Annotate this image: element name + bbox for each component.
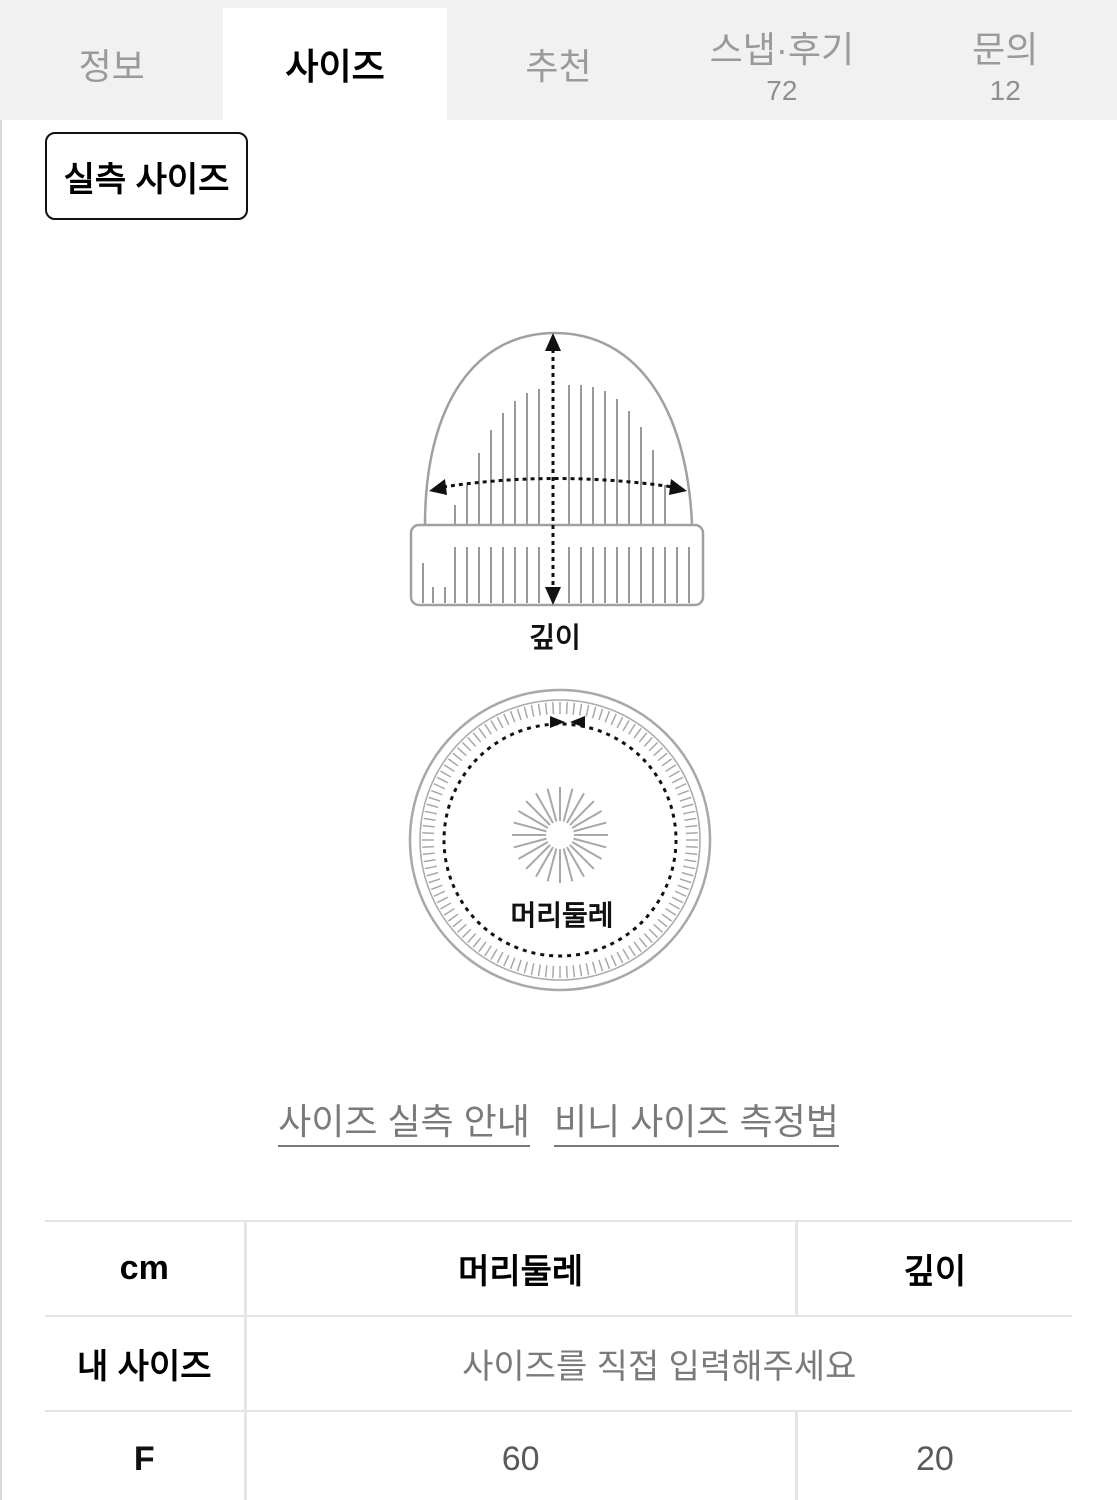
my-size-label: 내 사이즈 [45,1315,247,1411]
unit-header: cm [45,1220,247,1316]
depth-value-cell: 20 [796,1410,1072,1500]
tab-bar: 정보 사이즈 추천 스냅·후기 72 문의 12 [0,0,1117,120]
column-header-circumference: 머리둘레 [245,1220,798,1316]
outer-ring [408,688,712,992]
tab-snap-review-label: 스냅·후기 [709,29,855,70]
circle-arrowhead-left-icon [570,716,585,728]
size-type-chip[interactable]: 실측 사이즈 [45,132,248,220]
my-size-input[interactable]: 사이즈를 직접 입력해주세요 [245,1315,1072,1411]
right-arrowhead-icon [669,479,687,495]
inner-ring [419,699,701,981]
tab-snap-review-count: 72 [766,75,798,106]
beanie-crown-ribs [454,385,666,525]
size-guide-link[interactable]: 사이즈 실측 안내 [278,1100,530,1148]
table-header-row: cm 머리둘레 깊이 [45,1220,1072,1316]
tab-inquiry-label: 문의 [972,29,1039,70]
tab-size[interactable]: 사이즈 [223,8,447,120]
size-help-links: 사이즈 실측 안내 비니 사이즈 측정법 [0,1100,1117,1148]
size-name-cell: F [45,1410,247,1500]
tab-size-label: 사이즈 [285,46,385,87]
rib-ticks [422,702,698,978]
my-size-row: 내 사이즈 사이즈를 직접 입력해주세요 [45,1315,1072,1411]
tab-recommend[interactable]: 추천 [447,8,670,120]
tab-recommend-label: 추천 [525,46,592,87]
circumference-label: 머리둘레 [510,899,613,932]
size-table: cm 머리둘레 깊이 내 사이즈 사이즈를 직접 입력해주세요 F 60 20 [45,1220,1072,1500]
tab-snap-review[interactable]: 스냅·후기 72 [670,8,893,120]
tab-info[interactable]: 정보 [0,8,223,120]
crown-burst [512,787,608,883]
beanie-crown-outline [423,331,694,526]
tab-inquiry[interactable]: 문의 12 [894,8,1117,120]
beanie-depth-diagram: 깊이 [409,331,705,654]
beanie-circumference-diagram: 머리둘레 [408,688,712,992]
beanie-measure-link[interactable]: 비니 사이즈 측정법 [553,1100,839,1148]
circle-arrowhead-right-icon [550,716,565,728]
circumference-value-cell: 60 [245,1410,798,1500]
depth-label: 깊이 [529,621,581,654]
table-row: F 60 20 [45,1410,1072,1500]
tab-info-label: 정보 [78,46,145,87]
top-arrowhead-icon [545,333,561,351]
tab-inquiry-count: 12 [989,75,1021,106]
left-arrowhead-icon [429,479,447,495]
column-header-depth: 깊이 [796,1220,1072,1316]
circumference-arrow-line [442,477,674,489]
